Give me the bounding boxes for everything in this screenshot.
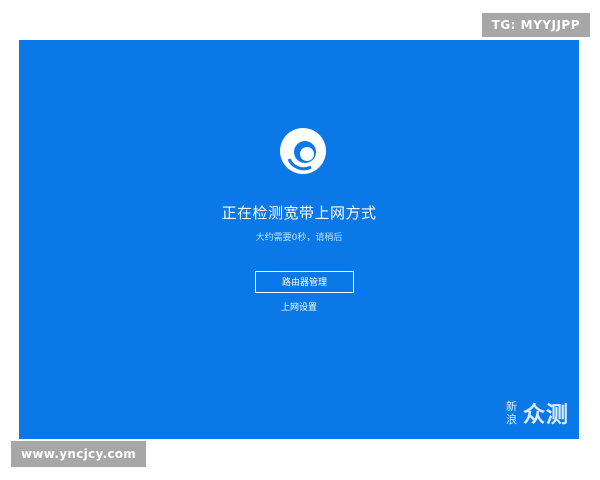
bottom-left-tag: www.yncjcy.com [11, 441, 147, 467]
estimated-time-text: 大约需要0秒，请稍后 [255, 233, 343, 243]
spinner-icon [280, 128, 326, 174]
brand-char-1: 新 [505, 400, 517, 413]
page: 正在检测宽带上网方式 大约需要0秒，请稍后 路由器管理 上网设置 新 浪 众测 … [0, 0, 600, 480]
brand-watermark-big: 众测 [522, 403, 569, 428]
brand-char-2: 浪 [505, 413, 517, 426]
brand-watermark-small: 新 浪 [506, 400, 517, 426]
router-management-button[interactable]: 路由器管理 [255, 271, 354, 293]
detecting-headline: 正在检测宽带上网方式 [221, 204, 377, 222]
network-settings-link[interactable]: 上网设置 [19, 300, 579, 313]
brand-watermark: 新 浪 众测 [506, 397, 569, 429]
router-setup-screen: 正在检测宽带上网方式 大约需要0秒，请稍后 路由器管理 上网设置 新 浪 众测 [19, 40, 579, 439]
top-right-tag: TG: MYYJJPP [481, 13, 590, 37]
